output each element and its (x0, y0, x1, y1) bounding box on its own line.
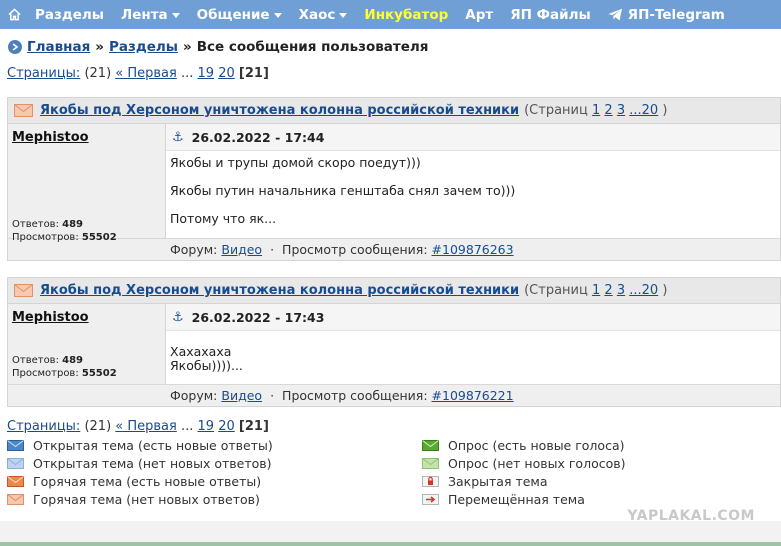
author-panel: Mephistoo Ответов: 489 Просмотров: 55502 (8, 304, 166, 384)
legend-left: Открытая тема (есть новые ответы) Открыт… (7, 436, 273, 508)
first-page-link[interactable]: « Первая (115, 419, 177, 434)
home-icon[interactable] (8, 8, 21, 21)
envelope-peach-icon (14, 104, 33, 117)
current-page: [21] (238, 66, 269, 81)
pages-label[interactable]: Страницы: (7, 66, 80, 81)
topic-page-link[interactable]: 3 (617, 103, 625, 118)
telegram-icon (608, 8, 622, 21)
forum-link[interactable]: Видео (221, 388, 262, 403)
post-header: Якобы под Херсоном уничтожена колонна ро… (8, 278, 780, 304)
topic-page-link[interactable]: ...20 (629, 103, 658, 118)
legend-item: Горячая тема (нет новых ответов) (7, 490, 273, 508)
breadcrumb-sections-link[interactable]: Разделы (109, 39, 178, 55)
envelope-green-icon (422, 439, 439, 451)
post-footer: Форум: Видео · Просмотр сообщения: #1098… (8, 238, 780, 260)
moved-icon (422, 493, 439, 505)
current-page: [21] (238, 419, 269, 434)
page-link-19[interactable]: 19 (198, 419, 215, 434)
nav-item-art[interactable]: Арт (465, 7, 493, 23)
post-footer: Форум: Видео · Просмотр сообщения: #1098… (8, 384, 780, 406)
author-stats: Ответов: 489 Просмотров: 55502 (12, 355, 117, 379)
pages-ellipsis: ... (180, 419, 194, 434)
legend-item: Горячая тема (есть новые ответы) (7, 472, 273, 490)
author-name[interactable]: Mephistoo (12, 310, 89, 325)
breadcrumb-current: Все сообщения пользователя (196, 39, 429, 55)
go-icon (8, 40, 22, 54)
topic-link[interactable]: Якобы под Херсоном уничтожена колонна ро… (40, 103, 519, 118)
top-nav: Разделы Лента Общение Хаос Инкубатор Арт… (0, 0, 781, 29)
envelope-lightgreen-icon (422, 457, 439, 469)
footer-bar (0, 521, 781, 546)
author-panel: Mephistoo Ответов: 489 Просмотров: 55502 (8, 124, 166, 243)
author-name[interactable]: Mephistoo (12, 130, 89, 145)
watermark: YAPLAKAL.COM (627, 508, 755, 524)
topic-page-link[interactable]: 1 (592, 283, 600, 298)
envelope-peach-icon (7, 493, 24, 505)
topic-link[interactable]: Якобы под Херсоном уничтожена колонна ро… (40, 283, 519, 298)
author-stats: Ответов: 489 Просмотров: 55502 (12, 219, 117, 243)
envelope-orange-icon (7, 475, 24, 487)
post-content: ⚓ 26.02.2022 - 17:44 Якобы и трупы домой… (166, 124, 780, 238)
chevron-down-icon (339, 12, 348, 18)
topic-page-link[interactable]: ...20 (629, 283, 658, 298)
chevron-down-icon (171, 12, 180, 18)
envelope-blue-icon (7, 439, 24, 451)
post-header: Якобы под Херсоном уничтожена колонна ро… (8, 98, 780, 124)
breadcrumb-separator: » (95, 39, 104, 55)
message-link[interactable]: #109876263 (432, 242, 514, 257)
page-link-19[interactable]: 19 (198, 66, 215, 81)
post-body: Якобы и трупы домой скоро поедут))) Якоб… (170, 155, 516, 226)
pages-count: (21) (84, 66, 112, 81)
anchor-icon[interactable]: ⚓ (172, 130, 184, 145)
post-body: Хахахаха Якобы))))... (170, 344, 243, 373)
legend-item: Открытая тема (нет новых ответов) (7, 454, 273, 472)
post-content: ⚓ 26.02.2022 - 17:43 Хахахаха Якобы)))).… (166, 304, 780, 384)
post-date: 26.02.2022 - 17:43 (191, 309, 325, 325)
topic-pages: (Страниц 1 2 3 ...20 ) (524, 283, 668, 298)
nav-item-incubator[interactable]: Инкубатор (364, 7, 448, 23)
topic-pages: (Страниц 1 2 3 ...20 ) (524, 103, 668, 118)
first-page-link[interactable]: « Первая (115, 66, 177, 81)
pages-count: (21) (84, 419, 112, 434)
envelope-lightblue-icon (7, 457, 24, 469)
envelope-peach-icon (14, 284, 33, 297)
anchor-icon[interactable]: ⚓ (172, 310, 184, 325)
nav-item-communication[interactable]: Общение (197, 7, 282, 23)
pages-ellipsis: ... (180, 66, 194, 81)
legend-item: Опрос (есть новые голоса) (422, 436, 625, 454)
nav-item-feed[interactable]: Лента (121, 7, 180, 23)
nav-item-sections[interactable]: Разделы (35, 7, 104, 23)
chevron-down-icon (273, 12, 282, 18)
post: Якобы под Херсоном уничтожена колонна ро… (7, 97, 781, 261)
pagination-bottom: Страницы: (21) « Первая ... 19 20 [21] (7, 419, 269, 434)
nav-item-telegram[interactable]: ЯП-Telegram (608, 7, 725, 23)
nav-item-chaos[interactable]: Хаос (299, 7, 348, 23)
legend-item: Закрытая тема (422, 472, 625, 490)
post-meta: ⚓ 26.02.2022 - 17:44 (166, 124, 780, 151)
breadcrumb-home-link[interactable]: Главная (27, 39, 90, 55)
topic-page-link[interactable]: 1 (592, 103, 600, 118)
forum-link[interactable]: Видео (221, 242, 262, 257)
topic-page-link[interactable]: 2 (604, 283, 612, 298)
topic-page-link[interactable]: 2 (604, 103, 612, 118)
post: Якобы под Херсоном уничтожена колонна ро… (7, 277, 781, 407)
topic-page-link[interactable]: 3 (617, 283, 625, 298)
pages-label[interactable]: Страницы: (7, 419, 80, 434)
pagination-top: Страницы: (21) « Первая ... 19 20 [21] (7, 66, 269, 81)
post-date: 26.02.2022 - 17:44 (191, 129, 325, 145)
breadcrumb: Главная » Разделы » Все сообщения пользо… (8, 39, 428, 55)
legend-item: Опрос (нет новых голосов) (422, 454, 625, 472)
breadcrumb-separator: » (183, 39, 192, 55)
nav-item-files[interactable]: ЯП Файлы (510, 7, 590, 23)
page-link-20[interactable]: 20 (218, 419, 235, 434)
page-link-20[interactable]: 20 (218, 66, 235, 81)
legend-item: Открытая тема (есть новые ответы) (7, 436, 273, 454)
message-link[interactable]: #109876221 (432, 388, 514, 403)
legend-item: Перемещённая тема (422, 490, 625, 508)
lock-icon (422, 475, 439, 487)
legend-right: Опрос (есть новые голоса) Опрос (нет нов… (422, 436, 625, 508)
post-meta: ⚓ 26.02.2022 - 17:43 (166, 304, 780, 331)
